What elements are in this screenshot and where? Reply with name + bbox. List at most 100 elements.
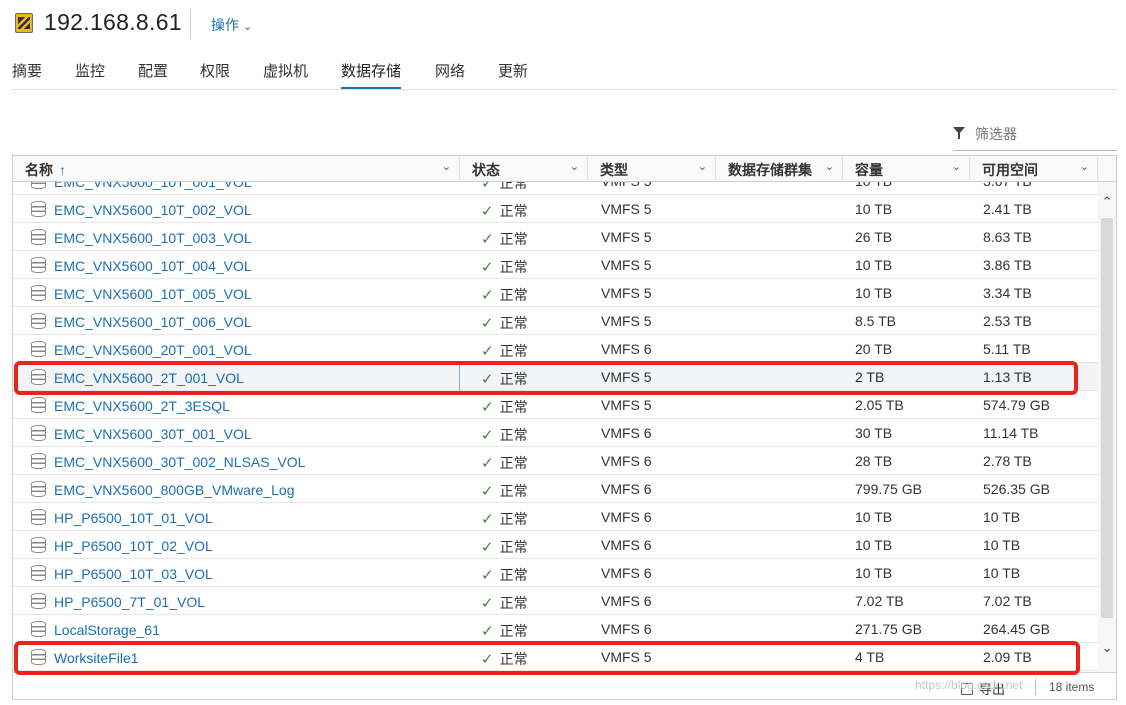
datastore-name-link[interactable]: EMC_VNX5600_2T_3ESQL xyxy=(54,398,230,414)
column-header-type[interactable]: 类型 ⌄ xyxy=(588,156,716,182)
tab-monitor[interactable]: 监控 xyxy=(75,60,105,90)
check-icon: ✓ xyxy=(481,623,494,640)
datastore-name-link[interactable]: LocalStorage_61 xyxy=(54,622,160,638)
column-cluster-label: 数据存储群集 xyxy=(728,162,812,178)
column-name-label: 名称 xyxy=(25,162,53,178)
status-cell: ✓ 正常 xyxy=(481,649,528,669)
type-cell: VMFS 6 xyxy=(601,565,652,581)
datastore-name-link[interactable]: EMC_VNX5600_10T_001_VOL xyxy=(54,182,252,190)
datastore-name-link[interactable]: EMC_VNX5600_30T_001_VOL xyxy=(54,426,252,442)
table-row[interactable]: HP_P6500_10T_01_VOL ✓ 正常 VMFS 6 10 TB 10 TB xyxy=(13,503,1098,531)
chevron-down-icon: ⌄ xyxy=(243,21,253,33)
datastore-name-cell: EMC_VNX5600_20T_001_VOL xyxy=(31,341,252,358)
tab-datastores[interactable]: 数据存储 xyxy=(341,60,402,90)
column-header-capacity[interactable]: 容量 ⌄ xyxy=(843,156,970,182)
datastore-icon xyxy=(31,453,46,469)
capacity-cell: 4 TB xyxy=(855,649,885,665)
column-header-status[interactable]: 状态 ⌄ xyxy=(460,156,588,182)
column-menu-icon[interactable]: ⌄ xyxy=(1080,160,1089,173)
datastore-icon xyxy=(31,537,46,553)
scrollbar-thumb[interactable] xyxy=(1101,218,1113,618)
datastore-icon xyxy=(31,182,46,189)
datastore-name-link[interactable]: HP_P6500_10T_01_VOL xyxy=(54,510,213,526)
free-space-cell: 1.13 TB xyxy=(983,369,1032,385)
status-cell: ✓ 正常 xyxy=(481,182,528,193)
datastore-name-link[interactable]: EMC_VNX5600_10T_002_VOL xyxy=(54,202,252,218)
column-type-label: 类型 xyxy=(600,162,628,178)
datastore-name-cell: EMC_VNX5600_10T_002_VOL xyxy=(31,201,252,218)
status-label: 正常 xyxy=(499,567,528,583)
datastore-name-cell: HP_P6500_10T_03_VOL xyxy=(31,565,213,582)
tab-vms[interactable]: 虚拟机 xyxy=(263,60,308,90)
column-menu-icon[interactable]: ⌄ xyxy=(442,160,451,173)
vertical-scrollbar[interactable]: ⌃ ⌄ xyxy=(1098,182,1116,672)
table-row[interactable]: HP_P6500_10T_03_VOL ✓ 正常 VMFS 6 10 TB 10 TB xyxy=(13,559,1098,587)
scroll-down-icon[interactable]: ⌄ xyxy=(1098,640,1116,658)
filter-input[interactable] xyxy=(975,123,1115,145)
column-menu-icon[interactable]: ⌄ xyxy=(825,160,834,173)
table-row[interactable]: EMC_VNX5600_10T_003_VOL ✓ 正常 VMFS 5 26 TB 8.6… xyxy=(13,223,1098,251)
datastore-name-link[interactable]: WorksiteFile1 xyxy=(54,650,139,666)
tab-configure[interactable]: 配置 xyxy=(138,60,168,90)
table-row[interactable]: EMC_VNX5600_30T_001_VOL ✓ 正常 VMFS 6 30 TB 11.… xyxy=(13,419,1098,447)
check-icon: ✓ xyxy=(481,203,494,220)
table-row[interactable]: EMC_VNX5600_10T_002_VOL ✓ 正常 VMFS 5 10 TB 2.4… xyxy=(13,195,1098,223)
datastore-name-link[interactable]: EMC_VNX5600_20T_001_VOL xyxy=(54,342,252,358)
table-row[interactable]: EMC_VNX5600_30T_002_NLSAS_VOL ✓ 正常 VMFS 6 28… xyxy=(13,447,1098,475)
datastore-icon xyxy=(31,509,46,525)
column-menu-icon[interactable]: ⌄ xyxy=(570,160,579,173)
table-row[interactable]: WorksiteFile1 ✓ 正常 VMFS 5 4 TB 2.09 TB xyxy=(13,643,1098,671)
grid-rows: EMC_VNX5600_10T_001_VOL ✓ 正常 VMFS 5 10 TB 3.6… xyxy=(13,182,1098,671)
datastore-icon xyxy=(31,621,46,637)
type-cell: VMFS 5 xyxy=(601,182,652,189)
type-cell: VMFS 6 xyxy=(601,593,652,609)
datastore-name-cell: EMC_VNX5600_2T_001_VOL xyxy=(31,369,244,386)
tab-networks[interactable]: 网络 xyxy=(435,60,465,90)
table-row[interactable]: HP_P6500_10T_02_VOL ✓ 正常 VMFS 6 10 TB 10 TB xyxy=(13,531,1098,559)
tab-permissions[interactable]: 权限 xyxy=(200,60,230,90)
table-row[interactable]: EMC_VNX5600_10T_001_VOL ✓ 正常 VMFS 5 10 TB 3.6… xyxy=(13,182,1098,195)
actions-menu-button[interactable]: 操作 ⌄ xyxy=(211,15,252,35)
column-header-cluster[interactable]: 数据存储群集 ⌄ xyxy=(716,156,843,182)
table-row[interactable]: EMC_VNX5600_2T_3ESQL ✓ 正常 VMFS 5 2.05 TB 574.… xyxy=(13,391,1098,419)
tab-summary[interactable]: 摘要 xyxy=(12,60,42,90)
table-row[interactable]: EMC_VNX5600_20T_001_VOL ✓ 正常 VMFS 6 20 TB 5.1… xyxy=(13,335,1098,363)
free-space-cell: 2.09 TB xyxy=(983,649,1032,665)
status-label: 正常 xyxy=(499,182,528,191)
table-row[interactable]: EMC_VNX5600_2T_001_VOL ✓ 正常 VMFS 5 2 TB 1.13 … xyxy=(13,363,1098,391)
datastore-icon xyxy=(31,341,46,357)
datastore-name-link[interactable]: EMC_VNX5600_10T_006_VOL xyxy=(54,314,252,330)
column-menu-icon[interactable]: ⌄ xyxy=(952,160,961,173)
type-cell: VMFS 5 xyxy=(601,397,652,413)
table-row[interactable]: EMC_VNX5600_10T_004_VOL ✓ 正常 VMFS 5 10 TB 3.8… xyxy=(13,251,1098,279)
table-row[interactable]: EMC_VNX5600_10T_006_VOL ✓ 正常 VMFS 5 8.5 TB 2.… xyxy=(13,307,1098,335)
datastore-name-link[interactable]: HP_P6500_10T_02_VOL xyxy=(54,538,213,554)
table-row[interactable]: EMC_VNX5600_800GB_VMware_Log ✓ 正常 VMFS 6 799… xyxy=(13,475,1098,503)
table-row[interactable]: HP_P6500_7T_01_VOL ✓ 正常 VMFS 6 7.02 TB 7.02 T… xyxy=(13,587,1098,615)
grid-body: EMC_VNX5600_10T_001_VOL ✓ 正常 VMFS 5 10 TB 3.6… xyxy=(13,182,1098,672)
datastore-name-cell: EMC_VNX5600_10T_005_VOL xyxy=(31,285,252,302)
column-header-free[interactable]: 可用空间 ⌄ xyxy=(970,156,1098,182)
datastore-name-link[interactable]: EMC_VNX5600_800GB_VMware_Log xyxy=(54,482,294,498)
type-cell: VMFS 6 xyxy=(601,509,652,525)
datastore-name-link[interactable]: HP_P6500_10T_03_VOL xyxy=(54,566,213,582)
status-label: 正常 xyxy=(499,399,528,415)
datastore-name-link[interactable]: HP_P6500_7T_01_VOL xyxy=(54,594,205,610)
check-icon: ✓ xyxy=(481,427,494,444)
column-menu-icon[interactable]: ⌄ xyxy=(698,160,707,173)
datastore-name-link[interactable]: EMC_VNX5600_10T_005_VOL xyxy=(54,286,252,302)
table-row[interactable]: EMC_VNX5600_10T_005_VOL ✓ 正常 VMFS 5 10 TB 3.3… xyxy=(13,279,1098,307)
free-space-cell: 2.41 TB xyxy=(983,201,1032,217)
scroll-up-icon[interactable]: ⌃ xyxy=(1098,194,1116,212)
datastore-grid: 名称 ↑ ⌄ 状态 ⌄ 类型 ⌄ 数据存储群集 ⌄ 容量 ⌄ 可用空间 ⌄ EMC… xyxy=(12,155,1117,700)
datastore-name-link[interactable]: EMC_VNX5600_2T_001_VOL xyxy=(54,370,244,386)
table-row[interactable]: LocalStorage_61 ✓ 正常 VMFS 6 271.75 GB 264.45 … xyxy=(13,615,1098,643)
tab-updates[interactable]: 更新 xyxy=(498,60,528,90)
datastore-name-link[interactable]: EMC_VNX5600_30T_002_NLSAS_VOL xyxy=(54,454,305,470)
capacity-cell: 10 TB xyxy=(855,182,892,189)
datastore-name-link[interactable]: EMC_VNX5600_10T_004_VOL xyxy=(54,258,252,274)
free-space-cell: 11.14 TB xyxy=(983,425,1039,441)
datastore-name-link[interactable]: EMC_VNX5600_10T_003_VOL xyxy=(54,230,252,246)
capacity-cell: 26 TB xyxy=(855,229,893,245)
column-header-name[interactable]: 名称 ↑ ⌄ xyxy=(13,156,460,182)
